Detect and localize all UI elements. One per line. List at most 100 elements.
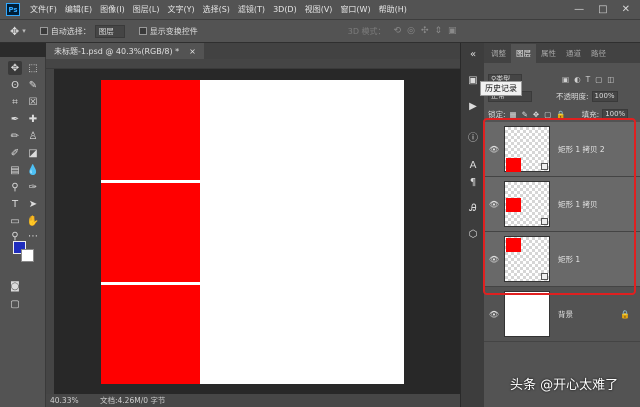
filter-smart-object-icon[interactable]: ◫: [607, 75, 614, 84]
rectangle-shape-copy-2[interactable]: [101, 80, 200, 180]
3d-pan-icon[interactable]: ✣: [421, 26, 429, 36]
type-tool-icon[interactable]: T: [8, 197, 22, 211]
pen-tool-icon[interactable]: ✑: [26, 180, 40, 194]
layer-name[interactable]: 背景: [558, 309, 573, 320]
quick-mask-icon[interactable]: ◙: [8, 279, 22, 293]
maximize-button[interactable]: □: [598, 4, 607, 15]
eye-icon[interactable]: 👁: [486, 200, 502, 209]
lock-position-icon[interactable]: ✥: [533, 110, 539, 119]
expand-panels-icon[interactable]: «: [466, 47, 480, 61]
hand-tool-icon[interactable]: ✋: [26, 214, 40, 228]
layer-row[interactable]: 👁 矩形 1 拷贝 2: [484, 122, 640, 177]
close-window-button[interactable]: ✕: [622, 4, 630, 15]
document-tab-bar: 未标题-1.psd @ 40.3%(RGB/8) * ×: [46, 43, 460, 59]
play-action-icon[interactable]: ▶: [466, 99, 480, 113]
rectangle-shape[interactable]: [101, 285, 200, 384]
filter-type-icon[interactable]: T: [586, 75, 591, 84]
fill-label: 填充:: [581, 109, 600, 119]
lock-all-icon[interactable]: 🔒: [556, 110, 565, 119]
auto-select-dropdown[interactable]: 图层: [94, 24, 125, 38]
3d-rotate-icon[interactable]: ⟲: [394, 26, 402, 36]
menu-window[interactable]: 窗口(W): [336, 4, 374, 15]
eye-icon[interactable]: 👁: [486, 145, 502, 154]
dodge-tool-icon[interactable]: ⚲: [8, 180, 22, 194]
crop-tool-icon[interactable]: ⌗: [8, 95, 22, 109]
healing-brush-tool-icon[interactable]: ✚: [26, 112, 40, 126]
menu-filter[interactable]: 滤镜(T): [234, 4, 269, 15]
eyedropper-tool-icon[interactable]: ✒: [8, 112, 22, 126]
quick-select-tool-icon[interactable]: ✎: [26, 78, 40, 92]
layer-name[interactable]: 矩形 1: [558, 254, 580, 265]
rectangle-tool-icon[interactable]: ▭: [8, 214, 22, 228]
eraser-tool-icon[interactable]: ◪: [26, 146, 40, 160]
tab-channels[interactable]: 通道: [561, 48, 586, 63]
clone-stamp-tool-icon[interactable]: ♙: [26, 129, 40, 143]
filter-adjustment-icon[interactable]: ◐: [574, 75, 581, 84]
history-brush-tool-icon[interactable]: ✐: [8, 146, 22, 160]
character-panel-icon[interactable]: A: [466, 158, 480, 172]
menu-edit[interactable]: 编辑(E): [61, 4, 96, 15]
actions-panel-icon[interactable]: [466, 77, 480, 91]
lock-transparent-icon[interactable]: ▦: [510, 110, 517, 119]
menu-help[interactable]: 帮助(H): [375, 4, 411, 15]
menu-image[interactable]: 图像(I): [96, 4, 129, 15]
paragraph-panel-icon[interactable]: ¶: [466, 175, 480, 189]
info-panel-icon[interactable]: ⓘ: [466, 129, 480, 144]
tools-panel: ✥ ⬚ ʘ ✎ ⌗ ☒ ✒ ✚ ✏ ♙ ✐ ◪ ▤ 💧 ⚲ ✑ T ➤ ▭ ✋ …: [0, 57, 46, 407]
transform-controls-option[interactable]: 显示变换控件: [138, 26, 198, 37]
menu-layer[interactable]: 图层(L): [129, 4, 164, 15]
gradient-tool-icon[interactable]: ▤: [8, 163, 22, 177]
3d-slide-icon[interactable]: ⇕: [434, 26, 442, 36]
opacity-input[interactable]: 100%: [591, 90, 618, 102]
menu-3d[interactable]: 3D(D): [269, 5, 301, 14]
more-tools-icon[interactable]: ⋯: [26, 229, 40, 243]
glyphs-panel-icon[interactable]: Ꭿ: [466, 201, 480, 215]
document-tab[interactable]: 未标题-1.psd @ 40.3%(RGB/8) * ×: [46, 43, 204, 59]
layer-name[interactable]: 矩形 1 拷贝 2: [558, 144, 605, 155]
3d-scale-icon[interactable]: ▣: [448, 26, 457, 36]
tab-properties[interactable]: 属性: [536, 48, 561, 63]
brush-tool-icon[interactable]: ✏: [8, 129, 22, 143]
lock-image-icon[interactable]: ✎: [522, 110, 528, 119]
menu-file[interactable]: 文件(F): [26, 4, 61, 15]
transform-controls-checkbox[interactable]: [138, 27, 147, 35]
eye-icon[interactable]: 👁: [486, 255, 502, 264]
3d-roll-icon[interactable]: ◎: [407, 26, 415, 36]
tab-adjustments[interactable]: 调整: [486, 48, 511, 63]
move-tool-icon[interactable]: ✥: [8, 61, 22, 75]
lock-artboard-icon[interactable]: ▢: [544, 110, 551, 119]
marquee-tool-icon[interactable]: ⬚: [26, 61, 40, 75]
layer-row[interactable]: 👁 背景 🔒: [484, 287, 640, 342]
menu-view[interactable]: 视图(V): [301, 4, 337, 15]
3d-mode-label: 3D 模式：: [347, 26, 386, 36]
filter-pixel-icon[interactable]: ▣: [562, 75, 569, 84]
layer-name[interactable]: 矩形 1 拷贝: [558, 199, 598, 210]
eye-icon[interactable]: 👁: [486, 310, 502, 319]
tab-paths[interactable]: 路径: [586, 48, 611, 63]
lock-icon[interactable]: 🔒: [620, 310, 630, 319]
frame-tool-icon[interactable]: ☒: [26, 95, 40, 109]
layer-row[interactable]: 👁 矩形 1: [484, 232, 640, 287]
zoom-level[interactable]: 40.33%: [50, 396, 90, 405]
minimize-button[interactable]: —: [574, 4, 584, 15]
menu-select[interactable]: 选择(S): [199, 4, 234, 15]
auto-select-checkbox[interactable]: [39, 27, 48, 35]
layer-row[interactable]: 👁 矩形 1 拷贝: [484, 177, 640, 232]
move-tool-icon[interactable]: ✥: [10, 25, 19, 38]
rectangle-shape-copy[interactable]: [101, 183, 200, 282]
chevron-down-icon[interactable]: ▾: [22, 27, 26, 35]
fill-input[interactable]: 100%: [602, 108, 629, 120]
tab-layers[interactable]: 图层: [511, 44, 536, 63]
close-tab-icon[interactable]: ×: [189, 47, 196, 56]
auto-select-option[interactable]: 自动选择：: [39, 26, 91, 37]
document-info[interactable]: 文档:4.26M/0 字节: [100, 395, 165, 406]
menu-type[interactable]: 文字(Y): [163, 4, 198, 15]
path-select-tool-icon[interactable]: ➤: [26, 197, 40, 211]
blur-tool-icon[interactable]: 💧: [26, 163, 40, 177]
background-color-swatch[interactable]: [21, 249, 34, 262]
lasso-tool-icon[interactable]: ʘ: [8, 78, 22, 92]
screen-mode-icon[interactable]: ▢: [8, 297, 22, 311]
3d-panel-icon[interactable]: ⬡: [466, 227, 480, 241]
filter-shape-icon[interactable]: ▢: [595, 75, 602, 84]
document-canvas[interactable]: [101, 80, 404, 384]
